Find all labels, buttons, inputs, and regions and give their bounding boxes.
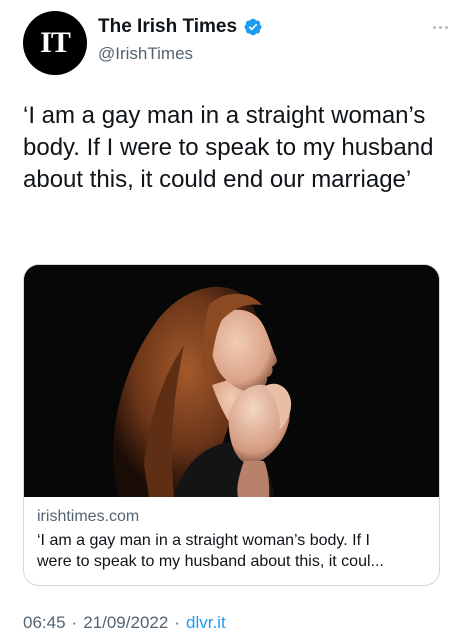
avatar[interactable]: IT [23,11,87,75]
card-title-line-2: were to speak to my husband about this, … [37,553,384,570]
name-row: The Irish Times [98,16,263,38]
tweet-source-link[interactable]: dlvr.it [186,613,226,633]
card-title-line-1: ‘I am a gay man in a straight woman’s bo… [37,532,370,549]
card-title: ‘I am a gay man in a straight woman’s bo… [37,530,432,572]
tweet-time[interactable]: 06:45 [23,613,66,633]
card-image[interactable] [24,265,439,497]
meta-separator: · [174,613,180,632]
more-options-icon[interactable] [433,22,457,32]
avatar-logo-text: IT [40,26,71,59]
link-card[interactable]: irishtimes.com ‘I am a gay man in a stra… [23,264,440,586]
tweet: IT The Irish Times @IrishTimes ‘I am a g… [0,0,475,640]
tweet-meta: 06:45 · 21/09/2022 · dlvr.it [23,613,226,633]
tweet-text: ‘I am a gay man in a straight woman’s bo… [23,102,441,193]
woman-praying-photo-icon [24,265,439,497]
tweet-date[interactable]: 21/09/2022 [83,613,168,633]
handle[interactable]: @IrishTimes [98,44,193,64]
meta-separator: · [71,613,78,632]
card-domain: irishtimes.com [37,508,140,525]
verified-badge-icon [244,18,262,36]
display-name[interactable]: The Irish Times [98,16,237,38]
